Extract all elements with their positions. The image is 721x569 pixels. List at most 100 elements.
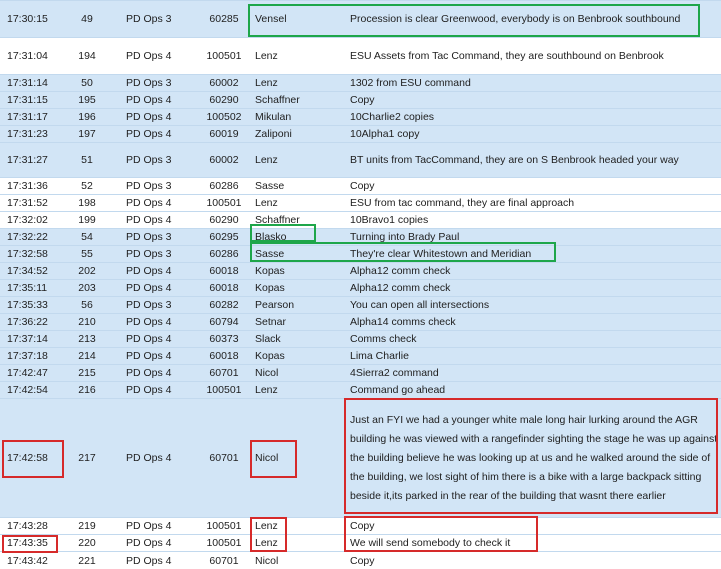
time-cell: 17:42:47 [7, 367, 48, 379]
time-cell: 17:32:02 [7, 214, 48, 226]
officer-name-cell: Lenz [255, 154, 278, 166]
sequence-cell: 198 [78, 197, 96, 209]
unit-id-cell: 100501 [206, 520, 242, 532]
officer-name-cell: Lenz [255, 197, 278, 209]
officer-name-cell: Lenz [255, 520, 278, 532]
log-row: 17:32:22 54 PD Ops 3 60295 Blasko Turning int… [0, 228, 721, 245]
channel-cell: PD Ops 3 [126, 77, 172, 89]
officer-name-cell: Schaffner [255, 94, 300, 106]
log-row: 17:31:14 50 PD Ops 3 60002 Lenz 1302 from ESU… [0, 74, 721, 91]
officer-name-cell: Lenz [255, 537, 278, 549]
message-cell: ESU Assets from Tac Command, they are so… [350, 50, 664, 62]
officer-name-cell: Schaffner [255, 214, 300, 226]
log-row: 17:42:58 217 PD Ops 4 60701 Nicol Just an FYI… [0, 398, 721, 517]
sequence-cell: 217 [78, 452, 96, 464]
time-cell: 17:42:58 [7, 452, 48, 464]
channel-cell: PD Ops 3 [126, 180, 172, 192]
channel-cell: PD Ops 4 [126, 333, 172, 345]
time-cell: 17:37:18 [7, 350, 48, 362]
log-row: 17:43:28 219 PD Ops 4 100501 Lenz Copy [0, 517, 721, 534]
sequence-cell: 196 [78, 111, 96, 123]
message-cell: Just an FYI we had a younger white male … [350, 413, 718, 502]
log-row: 17:37:14 213 PD Ops 4 60373 Slack Comms check [0, 330, 721, 347]
message-cell: Copy [350, 520, 375, 532]
message-cell: Copy [350, 94, 375, 106]
sequence-cell: 221 [78, 554, 96, 567]
officer-name-cell: Lenz [255, 77, 278, 89]
channel-cell: PD Ops 4 [126, 214, 172, 226]
unit-id-cell: 100501 [206, 50, 242, 62]
message-cell: 10Bravo1 copies [350, 214, 429, 226]
channel-cell: PD Ops 4 [126, 350, 172, 362]
unit-id-cell: 100501 [206, 537, 242, 549]
sequence-cell: 55 [81, 248, 93, 260]
unit-id-cell: 60701 [209, 452, 239, 464]
officer-name-cell: Kopas [255, 350, 285, 362]
sequence-cell: 54 [81, 231, 93, 243]
sequence-cell: 199 [78, 214, 96, 226]
officer-name-cell: Zaliponi [255, 128, 292, 140]
message-cell: Lima Charlie [350, 350, 409, 362]
message-cell: BT units from TacCommand, they are on S … [350, 154, 679, 166]
unit-id-cell: 60002 [209, 154, 239, 166]
officer-name-cell: Pearson [255, 299, 295, 311]
officer-name-cell: Kopas [255, 265, 285, 277]
channel-cell: PD Ops 4 [126, 265, 172, 277]
message-cell: Copy [350, 554, 375, 567]
sequence-cell: 216 [78, 384, 96, 396]
unit-id-cell: 60018 [209, 350, 239, 362]
officer-name-cell: Lenz [255, 50, 278, 62]
unit-id-cell: 60373 [209, 333, 239, 345]
message-cell: 10Charlie2 copies [350, 111, 435, 123]
time-cell: 17:32:22 [7, 231, 48, 243]
sequence-cell: 51 [81, 154, 93, 166]
time-cell: 17:43:35 [7, 537, 48, 549]
officer-name-cell: Kopas [255, 282, 285, 294]
officer-name-cell: Vensel [255, 13, 287, 25]
unit-id-cell: 60282 [209, 299, 239, 311]
log-row: 17:42:54 216 PD Ops 4 100501 Lenz Command go … [0, 381, 721, 398]
unit-id-cell: 100501 [206, 197, 242, 209]
officer-name-cell: Nicol [255, 367, 279, 379]
log-row: 17:31:36 52 PD Ops 3 60286 Sasse Copy [0, 177, 721, 194]
unit-id-cell: 100501 [206, 384, 242, 396]
officer-name-cell: Sasse [255, 180, 285, 192]
channel-cell: PD Ops 3 [126, 299, 172, 311]
officer-name-cell: Setnar [255, 316, 286, 328]
unit-id-cell: 60701 [209, 367, 239, 379]
dispatch-log-table: 17:30:15 49 PD Ops 3 60285 Vensel Procession … [0, 0, 721, 569]
time-cell: 17:42:54 [7, 384, 48, 396]
unit-id-cell: 60285 [209, 13, 239, 25]
time-cell: 17:30:15 [7, 13, 48, 25]
log-row: 17:35:33 56 PD Ops 3 60282 Pearson You can op… [0, 296, 721, 313]
channel-cell: PD Ops 4 [126, 316, 172, 328]
message-cell: We will send somebody to check it [350, 537, 511, 549]
time-cell: 17:31:17 [7, 111, 48, 123]
channel-cell: PD Ops 4 [126, 282, 172, 294]
unit-id-cell: 60286 [209, 248, 239, 260]
log-row: 17:36:22 210 PD Ops 4 60794 Setnar Alpha14 co… [0, 313, 721, 330]
officer-name-cell: Slack [255, 333, 281, 345]
channel-cell: PD Ops 3 [126, 231, 172, 243]
unit-id-cell: 100502 [206, 111, 242, 123]
sequence-cell: 220 [78, 537, 96, 549]
channel-cell: PD Ops 4 [126, 197, 172, 209]
log-row: 17:43:42 221 PD Ops 4 60701 Nicol Copy [0, 551, 721, 569]
message-cell: Turning into Brady Paul [350, 231, 460, 243]
officer-name-cell: Blasko [255, 231, 287, 243]
message-cell: ESU from tac command, they are final app… [350, 197, 575, 209]
unit-id-cell: 60794 [209, 316, 239, 328]
message-cell: Alpha12 comm check [350, 282, 451, 294]
channel-cell: PD Ops 3 [126, 248, 172, 260]
channel-cell: PD Ops 4 [126, 50, 172, 62]
channel-cell: PD Ops 4 [126, 128, 172, 140]
unit-id-cell: 60002 [209, 77, 239, 89]
message-cell: 10Alpha1 copy [350, 128, 420, 140]
log-row: 17:30:15 49 PD Ops 3 60285 Vensel Procession … [0, 0, 721, 37]
log-row: 17:43:35 220 PD Ops 4 100501 Lenz We will sen… [0, 534, 721, 551]
unit-id-cell: 60018 [209, 265, 239, 277]
time-cell: 17:43:42 [7, 554, 48, 567]
time-cell: 17:32:58 [7, 248, 48, 260]
log-row: 17:31:23 197 PD Ops 4 60019 Zaliponi 10Alpha1… [0, 125, 721, 142]
channel-cell: PD Ops 4 [126, 367, 172, 379]
